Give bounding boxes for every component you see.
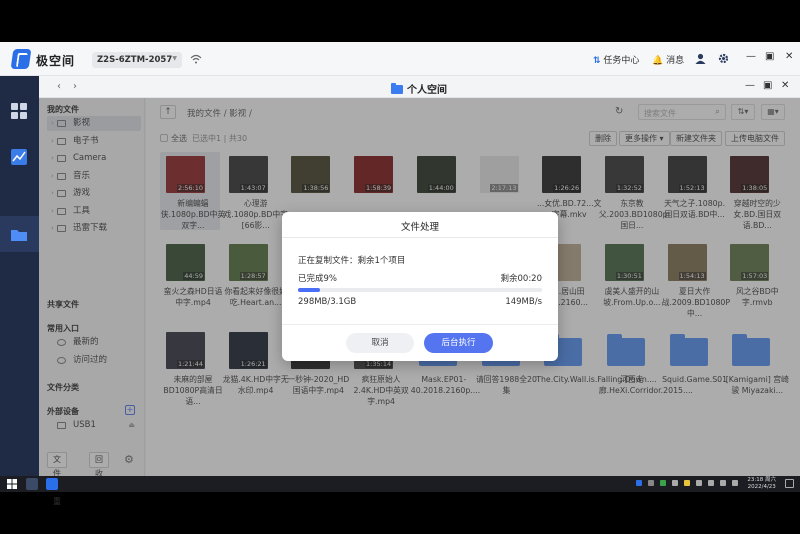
taskbar-zspace-icon[interactable]: [46, 478, 58, 490]
window-title: 个人空间: [391, 81, 447, 96]
dialog-footer-divider: [282, 324, 558, 325]
window-title-text: 个人空间: [407, 85, 447, 96]
clock-time: 23:18 周六: [747, 477, 776, 483]
os-taskbar: 23:18 周六 2022/4/23: [0, 476, 800, 492]
task-center-label: 任务中心: [603, 56, 640, 66]
back-button[interactable]: ‹: [53, 81, 65, 93]
messages-button[interactable]: 🔔 消息: [652, 53, 684, 66]
tray-icon[interactable]: [732, 480, 738, 486]
done-percent: 已完成9%: [298, 274, 337, 284]
dialog-divider: [282, 237, 558, 238]
gear-icon[interactable]: [718, 53, 729, 67]
tray-zspace-icon[interactable]: [636, 480, 642, 486]
wifi-icon: [190, 53, 202, 65]
folder-icon[interactable]: [10, 226, 28, 244]
maximize-icon[interactable]: ▣: [765, 51, 774, 62]
device-name: Z2S-6ZTM-2057: [97, 55, 173, 65]
progress-bar: [298, 288, 542, 292]
window-toolbar: ‹ › 个人空间 — ▣ ✕: [39, 76, 800, 98]
taskbar-app-icon[interactable]: [26, 478, 38, 490]
taskbar-clock[interactable]: 23:18 周六 2022/4/23: [747, 477, 776, 491]
user-icon[interactable]: [695, 53, 706, 67]
tray-icon[interactable]: [708, 480, 714, 486]
apps-grid-icon[interactable]: [10, 102, 28, 120]
device-selector[interactable]: Z2S-6ZTM-2057 ▼: [92, 52, 182, 68]
subwindow-maximize-icon[interactable]: ▣: [763, 80, 772, 91]
title-bar: 极空间 Z2S-6ZTM-2057 ▼ ⇅ 任务中心 🔔 消息 — ▣ ✕: [0, 42, 800, 76]
folder-icon: [391, 83, 403, 94]
task-center-button[interactable]: ⇅ 任务中心: [593, 53, 639, 66]
file-processing-dialog: 文件处理 正在复制文件：剩余1个项目 已完成9% 剩余00:20 298MB/3…: [282, 212, 558, 361]
app-name: 极空间: [36, 54, 76, 68]
screen: 极空间 Z2S-6ZTM-2057 ▼ ⇅ 任务中心 🔔 消息 — ▣ ✕ ‹ …: [0, 0, 800, 534]
task-center-icon: ⇅: [593, 56, 601, 66]
tray-icon[interactable]: [684, 480, 690, 486]
subwindow-minimize-icon[interactable]: —: [745, 80, 755, 91]
chevron-down-icon: ▼: [172, 55, 177, 62]
tray-icon[interactable]: [648, 480, 654, 486]
chart-icon[interactable]: [10, 148, 28, 166]
close-icon[interactable]: ✕: [785, 51, 793, 62]
subwindow-close-icon[interactable]: ✕: [781, 80, 789, 91]
size-progress: 298MB/3.1GB: [298, 297, 357, 307]
app-logo-icon: [10, 49, 32, 69]
tray-icon[interactable]: [660, 480, 666, 486]
copy-status: 正在复制文件：剩余1个项目: [298, 256, 406, 266]
minimize-icon[interactable]: —: [746, 51, 756, 62]
bell-icon: 🔔: [652, 56, 664, 66]
dialog-title: 文件处理: [400, 222, 439, 233]
forward-button[interactable]: ›: [69, 81, 81, 93]
run-in-background-button[interactable]: 后台执行: [424, 333, 493, 353]
remaining-time: 剩余00:20: [500, 274, 543, 284]
messages-label: 消息: [666, 56, 685, 66]
windows-start-icon[interactable]: [6, 478, 18, 490]
cancel-button[interactable]: 取消: [346, 333, 414, 353]
tray-icon[interactable]: [672, 480, 678, 486]
tray-icon[interactable]: [720, 480, 726, 486]
clock-date: 2022/4/23: [747, 484, 776, 490]
left-rail: [0, 76, 39, 476]
notification-icon[interactable]: [785, 479, 794, 488]
tray-icon[interactable]: [696, 480, 702, 486]
transfer-speed: 149MB/s: [505, 297, 542, 307]
progress-fill: [298, 288, 320, 292]
